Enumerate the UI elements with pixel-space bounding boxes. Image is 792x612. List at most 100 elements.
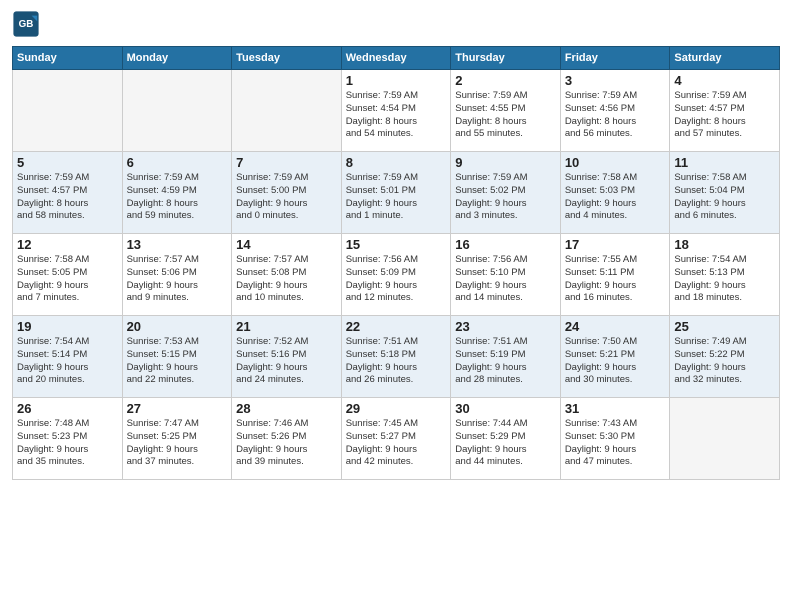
day-number: 31 [565,401,666,416]
day-info: Sunrise: 7:59 AM Sunset: 4:59 PM Dayligh… [127,172,228,223]
calendar-week-row: 5 Sunrise: 7:59 AM Sunset: 4:57 PM Daylig… [13,152,780,234]
calendar-cell: 10 Sunrise: 7:58 AM Sunset: 5:03 PM Dayli… [560,152,670,234]
day-info: Sunrise: 7:53 AM Sunset: 5:15 PM Dayligh… [127,336,228,387]
day-number: 22 [346,319,447,334]
calendar-cell: 14 Sunrise: 7:57 AM Sunset: 5:08 PM Dayli… [232,234,342,316]
calendar-cell: 26 Sunrise: 7:48 AM Sunset: 5:23 PM Dayli… [13,398,123,480]
calendar-header-row: SundayMondayTuesdayWednesdayThursdayFrid… [13,47,780,70]
calendar-cell: 28 Sunrise: 7:46 AM Sunset: 5:26 PM Dayli… [232,398,342,480]
weekday-header: Sunday [13,47,123,70]
day-info: Sunrise: 7:59 AM Sunset: 4:54 PM Dayligh… [346,90,447,141]
page-container: GB SundayMondayTuesdayWednesdayThursdayF… [0,0,792,488]
day-number: 9 [455,155,556,170]
day-number: 6 [127,155,228,170]
day-info: Sunrise: 7:44 AM Sunset: 5:29 PM Dayligh… [455,418,556,469]
day-number: 23 [455,319,556,334]
day-info: Sunrise: 7:59 AM Sunset: 4:57 PM Dayligh… [17,172,118,223]
day-number: 8 [346,155,447,170]
calendar-cell: 2 Sunrise: 7:59 AM Sunset: 4:55 PM Daylig… [451,70,561,152]
calendar-cell: 24 Sunrise: 7:50 AM Sunset: 5:21 PM Dayli… [560,316,670,398]
day-info: Sunrise: 7:59 AM Sunset: 4:55 PM Dayligh… [455,90,556,141]
day-number: 3 [565,73,666,88]
calendar-cell: 8 Sunrise: 7:59 AM Sunset: 5:01 PM Daylig… [341,152,451,234]
day-info: Sunrise: 7:59 AM Sunset: 5:01 PM Dayligh… [346,172,447,223]
day-number: 18 [674,237,775,252]
day-info: Sunrise: 7:59 AM Sunset: 5:00 PM Dayligh… [236,172,337,223]
day-number: 19 [17,319,118,334]
day-info: Sunrise: 7:55 AM Sunset: 5:11 PM Dayligh… [565,254,666,305]
day-info: Sunrise: 7:50 AM Sunset: 5:21 PM Dayligh… [565,336,666,387]
day-number: 25 [674,319,775,334]
day-info: Sunrise: 7:51 AM Sunset: 5:18 PM Dayligh… [346,336,447,387]
calendar-cell [122,70,232,152]
calendar-cell [232,70,342,152]
day-info: Sunrise: 7:49 AM Sunset: 5:22 PM Dayligh… [674,336,775,387]
calendar-cell: 13Sunrise: 7:57 AM Sunset: 5:06 PM Dayli… [122,234,232,316]
day-number: 7 [236,155,337,170]
day-info: Sunrise: 7:57 AM Sunset: 5:08 PM Dayligh… [236,254,337,305]
calendar-cell: 17 Sunrise: 7:55 AM Sunset: 5:11 PM Dayli… [560,234,670,316]
day-number: 20 [127,319,228,334]
calendar-cell: 29 Sunrise: 7:45 AM Sunset: 5:27 PM Dayli… [341,398,451,480]
day-number: 10 [565,155,666,170]
day-number: 29 [346,401,447,416]
calendar-cell: 15 Sunrise: 7:56 AM Sunset: 5:09 PM Dayli… [341,234,451,316]
weekday-header: Tuesday [232,47,342,70]
day-number: 26 [17,401,118,416]
calendar-cell: 22 Sunrise: 7:51 AM Sunset: 5:18 PM Dayli… [341,316,451,398]
calendar-cell: 6 Sunrise: 7:59 AM Sunset: 4:59 PM Daylig… [122,152,232,234]
weekday-header: Thursday [451,47,561,70]
day-info: Sunrise: 7:59 AM Sunset: 4:57 PM Dayligh… [674,90,775,141]
calendar-cell: 27Sunrise: 7:47 AM Sunset: 5:25 PM Dayli… [122,398,232,480]
calendar-week-row: 1 Sunrise: 7:59 AM Sunset: 4:54 PM Daylig… [13,70,780,152]
header: GB [12,10,780,38]
day-number: 14 [236,237,337,252]
day-number: 15 [346,237,447,252]
calendar-cell: 4 Sunrise: 7:59 AM Sunset: 4:57 PM Daylig… [670,70,780,152]
day-info: Sunrise: 7:58 AM Sunset: 5:05 PM Dayligh… [17,254,118,305]
day-info: Sunrise: 7:56 AM Sunset: 5:09 PM Dayligh… [346,254,447,305]
day-number: 27 [127,401,228,416]
day-number: 2 [455,73,556,88]
day-number: 5 [17,155,118,170]
day-info: Sunrise: 7:59 AM Sunset: 5:02 PM Dayligh… [455,172,556,223]
day-info: Sunrise: 7:58 AM Sunset: 5:03 PM Dayligh… [565,172,666,223]
day-number: 17 [565,237,666,252]
weekday-header: Saturday [670,47,780,70]
day-info: Sunrise: 7:45 AM Sunset: 5:27 PM Dayligh… [346,418,447,469]
logo: GB [12,10,44,38]
calendar-cell: 18Sunrise: 7:54 AM Sunset: 5:13 PM Dayli… [670,234,780,316]
calendar-cell: 19 Sunrise: 7:54 AM Sunset: 5:14 PM Dayli… [13,316,123,398]
calendar-table: SundayMondayTuesdayWednesdayThursdayFrid… [12,46,780,480]
day-number: 28 [236,401,337,416]
calendar-cell: 12 Sunrise: 7:58 AM Sunset: 5:05 PM Dayli… [13,234,123,316]
calendar-cell: 21Sunrise: 7:52 AM Sunset: 5:16 PM Dayli… [232,316,342,398]
day-info: Sunrise: 7:46 AM Sunset: 5:26 PM Dayligh… [236,418,337,469]
day-number: 1 [346,73,447,88]
day-number: 4 [674,73,775,88]
day-number: 16 [455,237,556,252]
day-number: 11 [674,155,775,170]
day-info: Sunrise: 7:58 AM Sunset: 5:04 PM Dayligh… [674,172,775,223]
calendar-cell: 25 Sunrise: 7:49 AM Sunset: 5:22 PM Dayli… [670,316,780,398]
calendar-cell: 3Sunrise: 7:59 AM Sunset: 4:56 PM Daylig… [560,70,670,152]
calendar-cell: 31 Sunrise: 7:43 AM Sunset: 5:30 PM Dayli… [560,398,670,480]
weekday-header: Wednesday [341,47,451,70]
calendar-cell: 7 Sunrise: 7:59 AM Sunset: 5:00 PM Daylig… [232,152,342,234]
day-info: Sunrise: 7:54 AM Sunset: 5:14 PM Dayligh… [17,336,118,387]
day-number: 12 [17,237,118,252]
calendar-cell: 20 Sunrise: 7:53 AM Sunset: 5:15 PM Dayli… [122,316,232,398]
day-info: Sunrise: 7:48 AM Sunset: 5:23 PM Dayligh… [17,418,118,469]
day-number: 30 [455,401,556,416]
calendar-cell: 11 Sunrise: 7:58 AM Sunset: 5:04 PM Dayli… [670,152,780,234]
calendar-cell [13,70,123,152]
calendar-week-row: 26 Sunrise: 7:48 AM Sunset: 5:23 PM Dayli… [13,398,780,480]
calendar-cell: 1 Sunrise: 7:59 AM Sunset: 4:54 PM Daylig… [341,70,451,152]
logo-icon: GB [12,10,40,38]
day-info: Sunrise: 7:43 AM Sunset: 5:30 PM Dayligh… [565,418,666,469]
day-number: 24 [565,319,666,334]
calendar-week-row: 12 Sunrise: 7:58 AM Sunset: 5:05 PM Dayli… [13,234,780,316]
calendar-cell: 30 Sunrise: 7:44 AM Sunset: 5:29 PM Dayli… [451,398,561,480]
day-number: 21 [236,319,337,334]
calendar-cell [670,398,780,480]
